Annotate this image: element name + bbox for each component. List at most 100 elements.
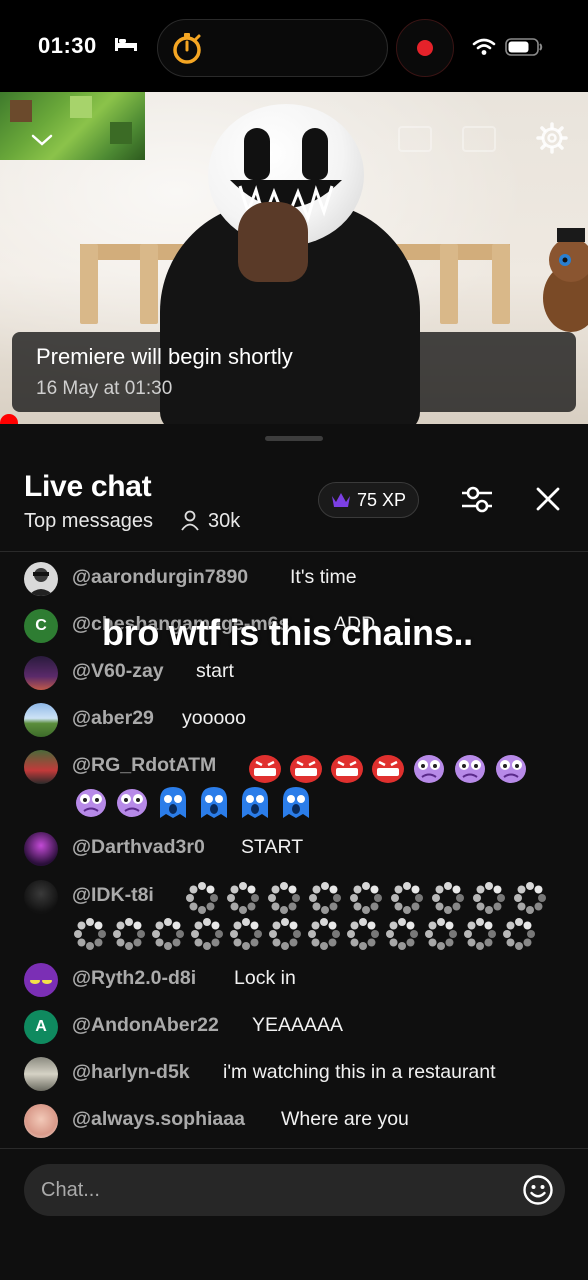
angry-face-emoji [372,755,404,783]
message-author[interactable]: @AndonAber22 [72,1014,219,1037]
loading-spinner-emoji [113,918,145,950]
loading-spinner-emoji [464,918,496,950]
dynamic-island[interactable] [157,19,388,77]
loading-spinner-emoji [309,882,341,914]
avatar[interactable] [24,1104,58,1138]
xp-label: 75 XP [357,490,407,510]
loading-spinner-emoji [268,882,300,914]
video-player[interactable]: Premiere will begin shortly 16 May at 01… [0,92,588,424]
avatar[interactable] [24,562,58,596]
settings-icon[interactable] [536,122,568,154]
loading-spinner-emoji [347,918,379,950]
avatar[interactable] [24,703,58,737]
emoji-picker-icon[interactable] [522,1174,554,1206]
person-icon [181,510,199,531]
loading-spinner-emoji [186,882,218,914]
loading-spinner-emoji [432,882,464,914]
avatar[interactable] [24,656,58,690]
premiere-date: 16 May at 01:30 [36,378,173,399]
loading-spinner-emoji [473,882,505,914]
scared-ghost-emoji [283,787,309,818]
avatar[interactable]: A [24,1010,58,1044]
hand [238,202,308,282]
captions-icon[interactable] [462,126,496,152]
message-text: START [241,836,304,858]
premiere-title: Premiere will begin shortly [36,344,293,369]
battery-icon [505,38,543,56]
message-text: start [196,660,234,682]
timer-icon [173,33,201,64]
loading-spinner-emoji [74,918,106,950]
message-author[interactable]: @harlyn-d5k [72,1061,190,1084]
loading-spinner-emoji [514,882,546,914]
avatar[interactable] [24,963,58,997]
loading-spinner-emoji [425,918,457,950]
message-author[interactable]: @always.sophiaaa [72,1108,245,1131]
scared-ghost-emoji [160,787,186,818]
worried-face-emoji [455,755,485,783]
loading-spinner-emoji [503,918,535,950]
message-text: Where are you [281,1108,409,1130]
loading-spinner-emoji [308,918,340,950]
wifi-icon [472,38,496,55]
message-author[interactable]: @aber29 [72,707,154,730]
message-author[interactable]: @Darthvad3r0 [72,836,205,859]
premiere-notice: Premiere will begin shortly 16 May at 01… [12,332,576,412]
message-author[interactable]: @V60-zay [72,660,164,683]
emoji-row [246,750,530,786]
message-author[interactable]: @aarondurgin7890 [72,566,248,589]
loading-spinner-emoji [350,882,382,914]
message-text: It's time [290,566,357,588]
loading-emoji-row [184,880,548,916]
avatar[interactable] [24,750,58,784]
message-author[interactable]: @RG_RdotATM [72,754,216,777]
plush-toy [543,228,588,332]
avatar[interactable] [24,832,58,866]
loading-spinner-emoji [191,918,223,950]
message-text: i'm watching this in a restaurant [223,1061,496,1083]
minecraft-thumbnail [0,92,145,160]
emoji-row [72,784,315,820]
chat-input[interactable] [24,1164,565,1216]
angry-face-emoji [249,755,281,783]
loading-spinner-emoji [230,918,262,950]
collapse-chevron-icon[interactable] [30,132,54,148]
xp-badge[interactable]: 75 XP [318,482,419,518]
loading-spinner-emoji [152,918,184,950]
overlay-caption: bro wtf is this chains.. [102,612,473,653]
message-author[interactable]: @Ryth2.0-d8i [72,967,196,990]
message-text: YEAAAAA [252,1014,344,1036]
angry-face-emoji [331,755,363,783]
loading-spinner-emoji [386,918,418,950]
message-text: yooooo [182,707,246,729]
status-bar: 01:30 [0,0,588,92]
avatar[interactable] [24,1057,58,1091]
crown-icon [332,493,350,507]
scared-ghost-emoji [242,787,268,818]
filter-sliders-icon[interactable] [460,484,494,516]
loading-spinner-emoji [227,882,259,914]
message-text: Lock in [234,967,296,989]
avatar[interactable]: C [24,609,58,643]
viewer-count: 30k [208,510,241,532]
loading-spinner-emoji [269,918,301,950]
record-indicator[interactable] [396,19,454,77]
worried-face-emoji [414,755,444,783]
scared-ghost-emoji [201,787,227,818]
bed-icon [115,38,137,51]
worried-face-emoji [117,789,147,817]
avatar[interactable] [24,880,58,914]
chat-mode-selector[interactable]: Top messages [24,510,153,533]
loading-spinner-emoji [391,882,423,914]
loading-emoji-row [72,916,537,952]
close-icon[interactable] [535,486,561,512]
drag-handle[interactable] [265,436,323,441]
status-time: 01:30 [38,33,97,58]
worried-face-emoji [76,789,106,817]
chat-title: Live chat [24,470,152,503]
worried-face-emoji [496,755,526,783]
record-icon [417,40,433,56]
cast-icon[interactable] [398,126,432,152]
message-author[interactable]: @IDK-t8i [72,884,154,907]
angry-face-emoji [290,755,322,783]
